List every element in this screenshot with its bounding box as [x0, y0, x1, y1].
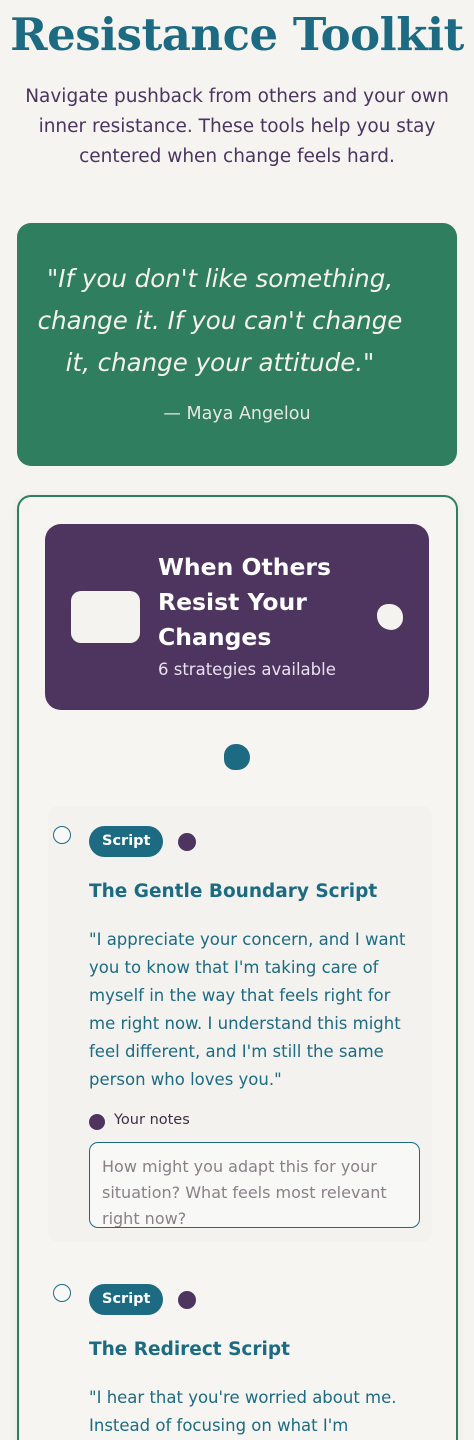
section-icon — [71, 591, 140, 643]
divider-icon — [224, 744, 250, 770]
section-title: When Others Resist Your Changes — [158, 553, 331, 651]
notes-icon — [89, 1114, 105, 1130]
strategy-script-text: "I hear that you're worried about me. In… — [89, 1388, 397, 1435]
quote-author: — Maya Angelou — [163, 404, 311, 424]
strategy-tag: Script — [89, 826, 164, 857]
page-title: Resistance Toolkit — [10, 8, 464, 61]
strategy-tag: Script — [89, 1284, 164, 1315]
chevron-icon[interactable] — [377, 604, 403, 630]
strategy-title: The Redirect Script — [89, 1339, 290, 1360]
strategy-count: 6 strategies available — [158, 660, 336, 679]
page-subtitle: Navigate pushback from others and your o… — [25, 86, 449, 167]
strategy-script-text: "I appreciate your concern, and I want y… — [89, 930, 406, 1089]
quote-text: "If you don't like something, change it.… — [37, 264, 403, 377]
strategy-checkbox[interactable] — [53, 826, 71, 844]
favorite-icon[interactable] — [178, 1291, 196, 1309]
favorite-icon[interactable] — [178, 833, 196, 851]
notes-input[interactable] — [89, 1142, 420, 1228]
strategy-title: The Gentle Boundary Script — [89, 881, 378, 902]
notes-label: Your notes — [114, 1112, 190, 1128]
strategy-checkbox[interactable] — [53, 1284, 71, 1302]
